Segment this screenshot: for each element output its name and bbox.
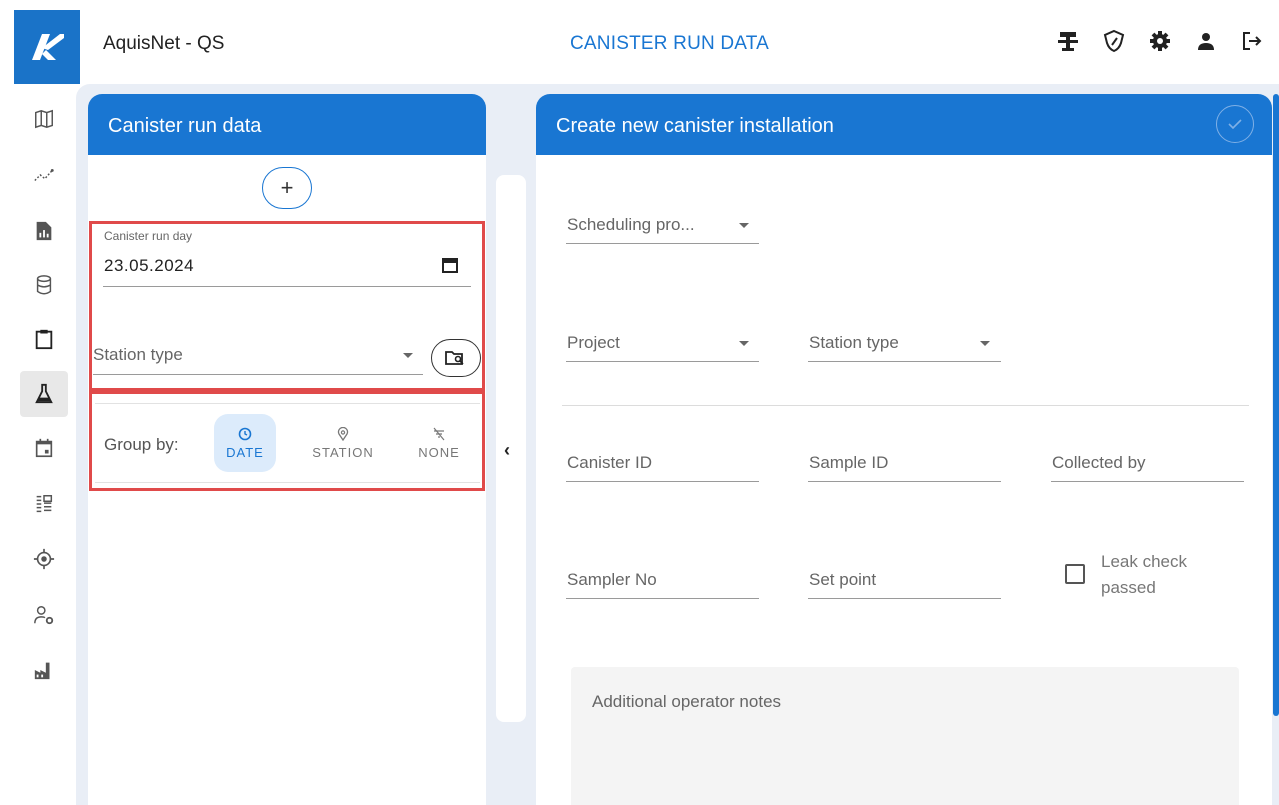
check-icon: [1228, 119, 1242, 130]
groupby-none-option[interactable]: NONE: [408, 414, 470, 472]
panel-title: Create new canister installation: [556, 115, 834, 137]
project-underline: [566, 361, 759, 362]
app-title: AquisNet - QS: [103, 33, 225, 54]
sampler-no-input[interactable]: Sampler No: [567, 570, 657, 590]
groupby-station-label: STATION: [312, 444, 374, 460]
factory-icon[interactable]: [20, 647, 68, 693]
leak-check-label: Leak check passed: [1101, 552, 1187, 597]
gear-icon[interactable]: [1147, 28, 1173, 54]
search-button[interactable]: [431, 339, 481, 377]
target-icon[interactable]: [20, 536, 68, 582]
calendar-icon[interactable]: [442, 257, 458, 278]
flask-icon[interactable]: [20, 371, 68, 417]
run-day-input[interactable]: 23.05.2024: [104, 256, 194, 276]
groupby-date-option[interactable]: DATE: [214, 414, 276, 472]
groupby-date-label: DATE: [226, 444, 264, 460]
leak-check-checkbox[interactable]: [1065, 564, 1085, 584]
station-type-select-right[interactable]: Station type: [809, 333, 899, 353]
calendar-icon[interactable]: [20, 425, 68, 471]
scrollbar[interactable]: [1273, 94, 1279, 716]
page-heading: CANISTER RUN DATA: [570, 33, 770, 54]
list-icon[interactable]: [20, 481, 68, 527]
canister-id-underline: [566, 481, 759, 482]
app-logo[interactable]: [14, 10, 80, 84]
section-divider: [562, 405, 1249, 406]
folder-search-icon: [445, 351, 464, 365]
station-type-underline-right: [808, 361, 1001, 362]
shield-icon[interactable]: [1101, 28, 1127, 54]
add-button[interactable]: +: [262, 167, 312, 209]
database-icon[interactable]: [20, 262, 68, 308]
chart-line-icon[interactable]: [20, 152, 68, 198]
set-point-input[interactable]: Set point: [809, 570, 876, 590]
set-point-underline: [808, 598, 1001, 599]
chevron-left-icon[interactable]: ‹: [504, 440, 510, 461]
panel-title: Canister run data: [88, 94, 486, 155]
collapse-strip[interactable]: [496, 175, 526, 722]
groupby-station-option[interactable]: STATION: [310, 414, 376, 472]
sample-id-underline: [808, 481, 1001, 482]
nav-rail: [14, 84, 76, 805]
collected-by-input[interactable]: Collected by: [1052, 453, 1146, 473]
station-type-underline: [93, 374, 423, 375]
scheduling-underline: [566, 243, 759, 244]
chevron-down-icon[interactable]: [739, 341, 749, 346]
station-icon[interactable]: [1055, 28, 1081, 54]
panel-header: Create new canister installation: [536, 94, 1272, 155]
user-icon[interactable]: [1193, 28, 1219, 54]
groupby-none-label: NONE: [418, 444, 460, 460]
chevron-down-icon[interactable]: [739, 223, 749, 228]
canister-id-input[interactable]: Canister ID: [567, 453, 652, 473]
clipboard-icon[interactable]: [20, 316, 68, 362]
sample-id-input[interactable]: Sample ID: [809, 453, 888, 473]
report-icon[interactable]: [20, 208, 68, 254]
station-type-select[interactable]: Station type: [93, 345, 183, 365]
run-day-underline: [103, 286, 471, 287]
sampler-no-underline: [566, 598, 759, 599]
project-select[interactable]: Project: [567, 333, 620, 353]
pin-icon: [336, 426, 350, 443]
user-settings-icon[interactable]: [20, 592, 68, 638]
chevron-down-icon[interactable]: [980, 341, 990, 346]
logout-icon[interactable]: [1239, 28, 1265, 54]
run-day-label: Canister run day: [104, 229, 193, 243]
confirm-button[interactable]: [1216, 105, 1254, 143]
clock-icon: [238, 427, 252, 443]
chevron-down-icon[interactable]: [403, 353, 413, 358]
map-icon[interactable]: [20, 96, 68, 142]
collected-by-underline: [1051, 481, 1244, 482]
scheduling-select[interactable]: Scheduling pro...: [567, 215, 695, 235]
groupby-label: Group by:: [104, 435, 179, 454]
filter-highlight: [89, 221, 485, 391]
notes-textarea[interactable]: [571, 667, 1239, 805]
logo-icon: [32, 34, 64, 60]
top-icons: [1055, 28, 1265, 54]
top-bar: AquisNet - QS CANISTER RUN DATA: [0, 0, 1279, 84]
notes-placeholder: Additional operator notes: [592, 692, 782, 711]
no-group-icon: [432, 427, 446, 443]
